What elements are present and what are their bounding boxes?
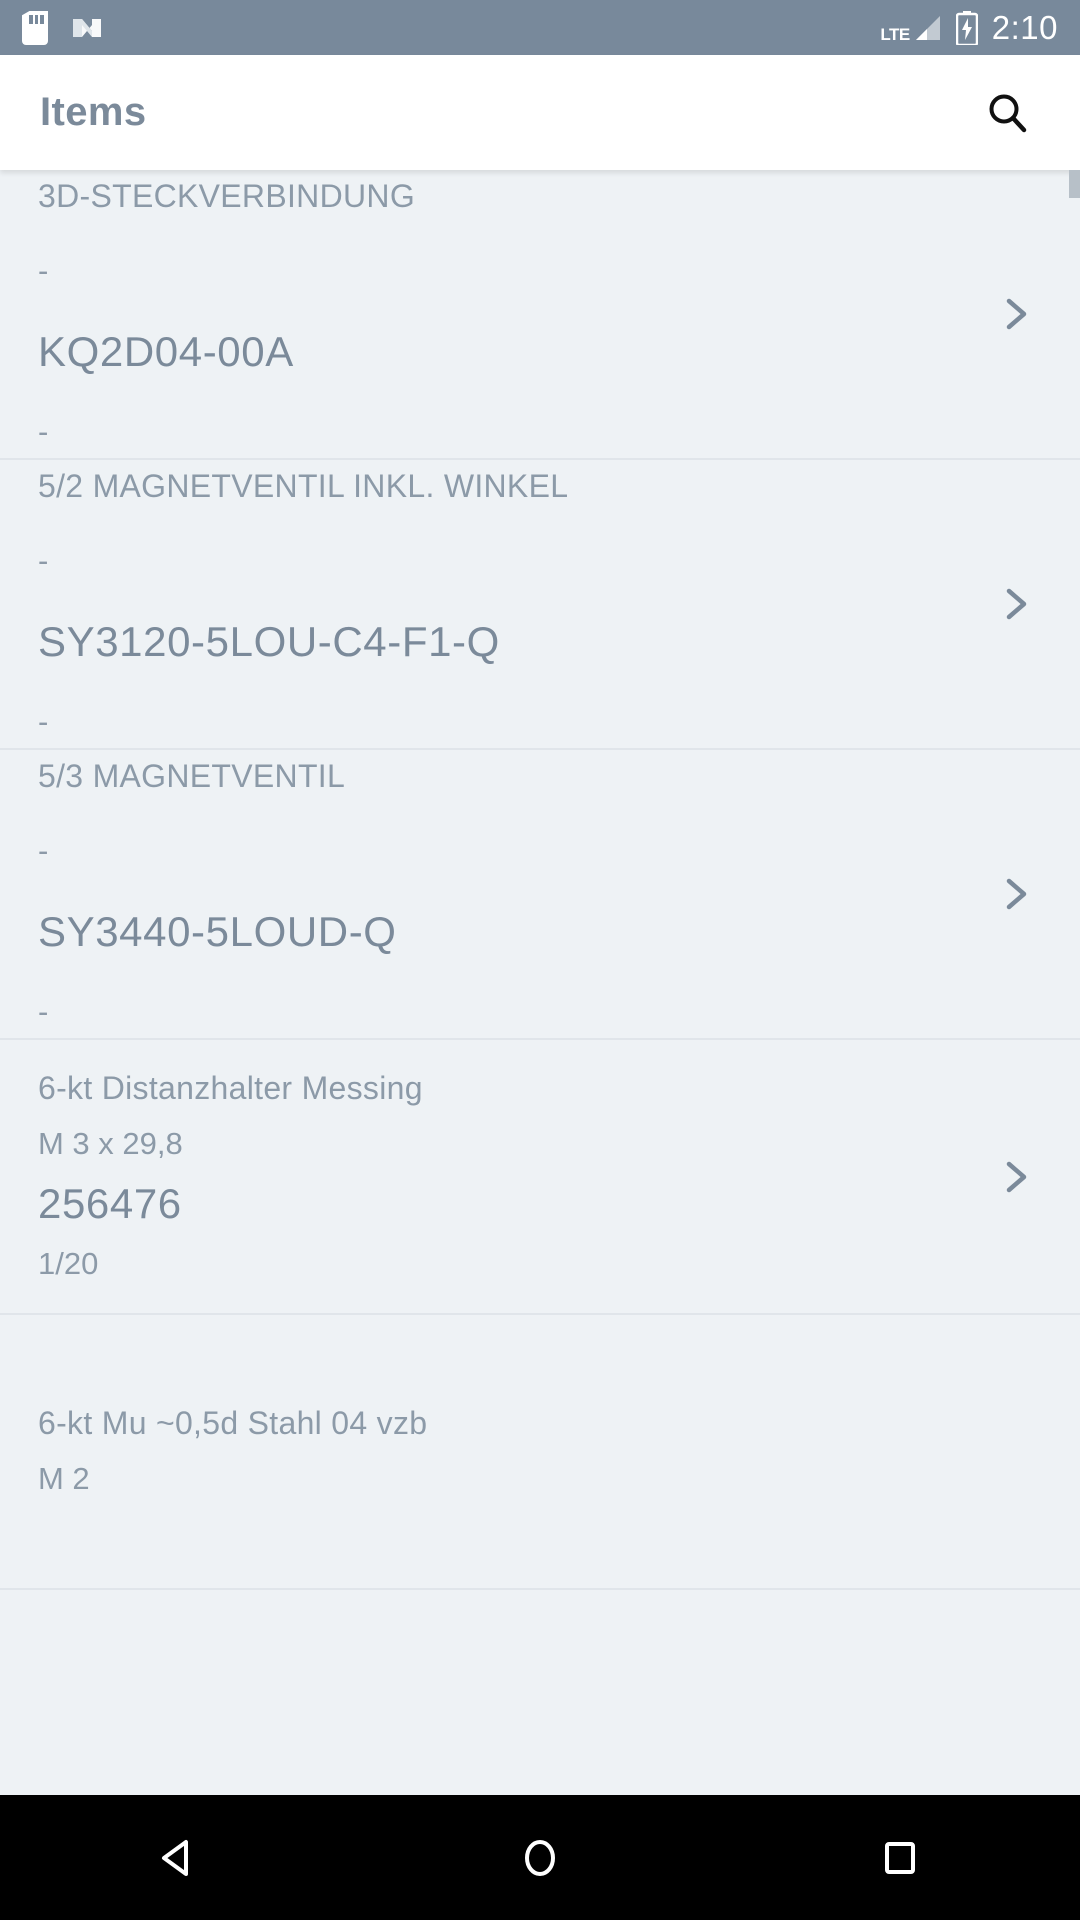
item-description: -: [38, 833, 49, 869]
status-bar-clock: 2:10: [991, 9, 1058, 46]
item-code: KQ2D04-00A: [38, 327, 294, 375]
item-description: M 3 x 29,8: [38, 1125, 183, 1161]
recents-icon: [885, 1841, 915, 1874]
table-row[interactable]: 3D-STECKVERBINDUNG - KQ2D04-00A -: [0, 170, 1080, 460]
search-icon: [989, 94, 1027, 132]
item-quantity: -: [38, 993, 49, 1029]
chevron-right-icon[interactable]: [990, 1151, 1042, 1203]
item-name: 5/3 MAGNETVENTIL: [38, 757, 346, 794]
list-item-texts: 6-kt Mu ~0,5d Stahl 04 vzb M 2: [38, 1379, 1042, 1523]
item-quantity: -: [38, 703, 49, 739]
list-item-texts: 6-kt Distanzhalter Messing M 3 x 29,8 25…: [38, 1044, 972, 1309]
network-type-label: LTE: [880, 24, 910, 44]
status-bar-left: [22, 10, 104, 45]
chevron-right-icon[interactable]: [990, 578, 1042, 630]
signal-icon: LTE: [880, 13, 941, 43]
status-bar: LTE 2:10: [0, 0, 1080, 55]
items-list-container[interactable]: 3D-STECKVERBINDUNG - KQ2D04-00A - 5/2 MA…: [0, 170, 1080, 1795]
item-description: M 2: [38, 1461, 90, 1497]
list-item-texts: 3D-STECKVERBINDUNG - KQ2D04-00A -: [38, 177, 972, 449]
app-bar: Items: [0, 55, 1080, 170]
battery-charging-icon: [955, 10, 979, 46]
android-navigation-bar: [0, 1795, 1080, 1920]
table-row[interactable]: 6-kt Distanzhalter Messing M 3 x 29,8 25…: [0, 1040, 1080, 1315]
chevron-right-icon[interactable]: [990, 868, 1042, 920]
table-row[interactable]: 6-kt Mu ~0,5d Stahl 04 vzb M 2: [0, 1315, 1080, 1590]
list-item-texts: 5/3 MAGNETVENTIL - SY3440-5LOUD-Q -: [38, 757, 972, 1029]
item-description: -: [38, 543, 49, 579]
app-bar-actions: [976, 81, 1040, 145]
items-list: 3D-STECKVERBINDUNG - KQ2D04-00A - 5/2 MA…: [0, 170, 1080, 1590]
item-code: 256476: [38, 1180, 182, 1228]
search-button[interactable]: [976, 81, 1040, 145]
list-item-texts: 5/2 MAGNETVENTIL INKL. WINKEL - SY3120-5…: [38, 467, 972, 739]
page-title: Items: [40, 90, 147, 134]
scrollbar-thumb[interactable]: [1069, 170, 1080, 198]
table-row[interactable]: 5/2 MAGNETVENTIL INKL. WINKEL - SY3120-5…: [0, 460, 1080, 750]
recents-button[interactable]: [840, 1795, 960, 1920]
item-quantity: 1/20: [38, 1246, 99, 1282]
table-row[interactable]: 5/3 MAGNETVENTIL - SY3440-5LOUD-Q -: [0, 750, 1080, 1040]
android-nougat-icon: [70, 11, 104, 45]
chevron-right-icon[interactable]: [990, 288, 1042, 340]
status-bar-right: LTE 2:10: [880, 9, 1058, 46]
item-name: 3D-STECKVERBINDUNG: [38, 177, 416, 214]
home-icon: [525, 1839, 555, 1876]
phone-screen: LTE 2:10 Items 3D-STECKVERBINDUNG - KQ2D…: [0, 0, 1080, 1920]
home-button[interactable]: [480, 1795, 600, 1920]
item-code: SY3120-5LOU-C4-F1-Q: [38, 617, 500, 665]
item-quantity: -: [38, 413, 49, 449]
item-name: 5/2 MAGNETVENTIL INKL. WINKEL: [38, 467, 569, 504]
item-code: SY3440-5LOUD-Q: [38, 907, 397, 955]
item-description: -: [38, 253, 49, 289]
sd-card-icon: [22, 10, 48, 45]
back-icon: [162, 1839, 188, 1876]
item-name: 6-kt Distanzhalter Messing: [38, 1070, 423, 1107]
back-button[interactable]: [120, 1795, 240, 1920]
item-name: 6-kt Mu ~0,5d Stahl 04 vzb: [38, 1405, 428, 1442]
